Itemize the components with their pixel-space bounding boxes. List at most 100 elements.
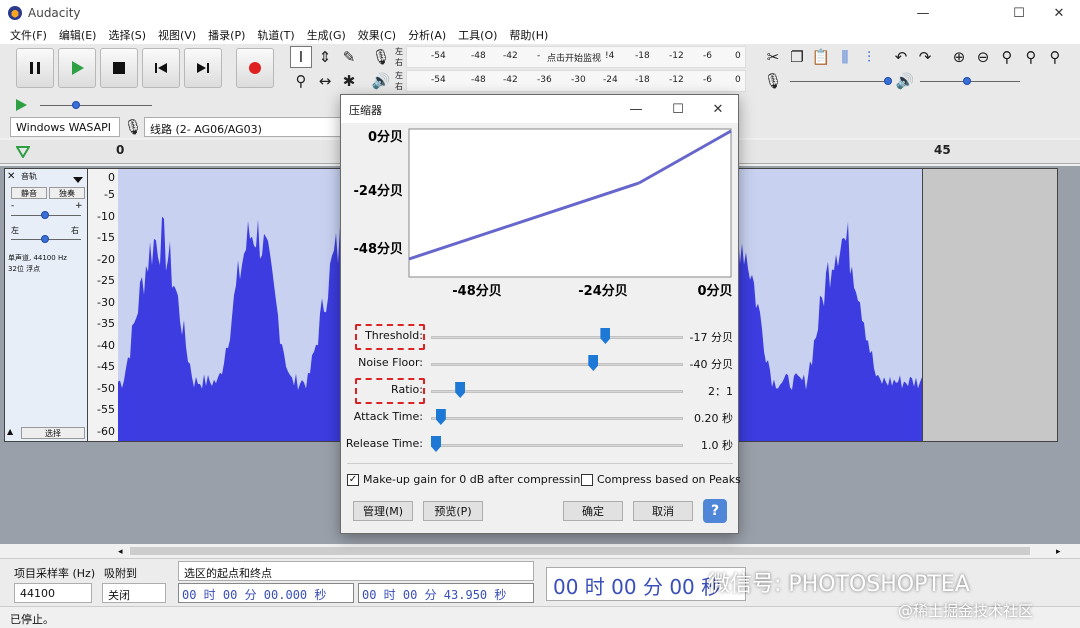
menu-effect[interactable]: 效果(C)	[352, 27, 402, 43]
scroll-left-icon[interactable]: ◂	[118, 547, 123, 557]
menu-edit[interactable]: 编辑(E)	[53, 27, 103, 43]
project-rate-select[interactable]: 44100	[14, 583, 92, 603]
window-title: Audacity	[28, 6, 81, 20]
close-button[interactable]: ✕	[1036, 0, 1080, 26]
copy-icon[interactable]: ❐	[786, 46, 808, 68]
playback-volume-knob[interactable]	[963, 77, 971, 85]
play-right-label: 右	[395, 82, 403, 91]
timeline-options-icon[interactable]	[12, 141, 34, 163]
threshold-slider[interactable]	[431, 336, 683, 339]
gain-minus-label: -	[11, 201, 15, 211]
dialog-maximize-button[interactable]: ☐	[663, 99, 693, 119]
menu-help[interactable]: 帮助(H)	[503, 27, 554, 43]
paste-icon[interactable]: 📋	[810, 46, 832, 68]
threshold-thumb[interactable]	[600, 328, 611, 344]
makeup-gain-checkbox[interactable]: ✓ Make-up gain for 0 dB after compressin…	[347, 473, 587, 486]
stop-button[interactable]	[100, 48, 138, 88]
record-left-label: 左	[395, 47, 403, 56]
release-time-row: Release Time: 1.0 秒	[346, 433, 733, 457]
track-name[interactable]: 音轨	[21, 171, 37, 182]
pause-button[interactable]	[16, 48, 54, 88]
speaker-icon[interactable]: 🔊	[370, 70, 392, 92]
playback-meter[interactable]: -54 -48 -42 -36 -30 -24 -18 -12 -6 0	[406, 70, 746, 92]
skip-end-button[interactable]	[184, 48, 222, 88]
record-button[interactable]	[236, 48, 274, 88]
record-meter[interactable]: -54 -48 -42 - 点击开始监视 !4 -18 -12 -6 0	[406, 46, 746, 68]
attack-time-thumb[interactable]	[435, 409, 446, 425]
fit-project-icon[interactable]: ⚲	[1020, 46, 1042, 68]
ok-button[interactable]: 确定	[563, 501, 623, 521]
dialog-close-button[interactable]: ✕	[703, 99, 733, 119]
mute-button[interactable]: 静音	[11, 187, 47, 199]
help-button[interactable]: ?	[703, 499, 727, 523]
fit-selection-icon[interactable]: ⚲	[996, 46, 1018, 68]
record-volume-knob[interactable]	[884, 77, 892, 85]
pan-knob[interactable]	[41, 235, 49, 243]
select-track-button[interactable]: 选择	[21, 427, 85, 439]
solo-button[interactable]: 独奏	[49, 187, 85, 199]
menu-transport[interactable]: 播录(P)	[202, 27, 251, 43]
release-time-thumb[interactable]	[431, 436, 441, 452]
audio-host-select[interactable]: Windows WASAPI	[10, 117, 120, 137]
record-volume-slider[interactable]	[790, 81, 890, 82]
preview-button[interactable]: 预览(P)	[423, 501, 483, 521]
divider	[347, 463, 733, 464]
zoom-toggle-icon[interactable]: ⚲	[1044, 46, 1066, 68]
gain-knob[interactable]	[41, 211, 49, 219]
trim-icon[interactable]: ⫼	[834, 46, 856, 68]
play-button[interactable]	[58, 48, 96, 88]
envelope-tool-icon[interactable]: ⇕	[314, 46, 336, 68]
zoom-tool-icon[interactable]: ⚲	[290, 70, 312, 92]
cancel-button[interactable]: 取消	[633, 501, 693, 521]
noise-floor-thumb[interactable]	[588, 355, 599, 371]
time-shift-tool-icon[interactable]: ↔	[314, 70, 336, 92]
play-at-speed-icon[interactable]	[10, 94, 32, 116]
input-device-select[interactable]: 线路 (2- AG06/AG03)	[144, 117, 344, 137]
empty-track-area[interactable]	[922, 168, 1058, 442]
track-bit-info: 32位 浮点	[8, 265, 41, 273]
play-speed-slider[interactable]	[40, 105, 152, 106]
microphone-icon[interactable]: 🎙	[370, 46, 392, 68]
menu-tools[interactable]: 工具(O)	[452, 27, 503, 43]
compress-peaks-checkbox[interactable]: Compress based on Peaks	[581, 473, 741, 486]
redo-icon[interactable]: ↷	[914, 46, 936, 68]
noise-floor-row: Noise Floor: -40 分贝	[347, 352, 733, 376]
dialog-minimize-button[interactable]: —	[621, 99, 651, 119]
menu-file[interactable]: 文件(F)	[4, 27, 53, 43]
ratio-thumb[interactable]	[455, 382, 466, 398]
release-time-slider[interactable]	[431, 444, 683, 447]
multi-tool-icon[interactable]: ✱	[338, 70, 360, 92]
track-close-icon[interactable]: ✕	[7, 171, 17, 183]
ratio-slider[interactable]	[431, 390, 683, 393]
selection-tool-icon[interactable]: I	[290, 46, 312, 68]
collapse-track-icon[interactable]: ▲	[7, 427, 19, 439]
dialog-title-bar: 压缩器 — ☐ ✕	[341, 95, 738, 123]
scroll-right-icon[interactable]: ▸	[1056, 547, 1061, 557]
record-tick: -12	[669, 51, 684, 61]
undo-icon[interactable]: ↶	[890, 46, 912, 68]
zoom-out-icon[interactable]: ⊖	[972, 46, 994, 68]
snap-to-select[interactable]: 关闭	[102, 583, 166, 603]
selection-end-time[interactable]: 00 时 00 分 43.950 秒	[358, 583, 534, 603]
track-menu-chevron-down-icon[interactable]	[73, 173, 83, 186]
menu-tracks[interactable]: 轨道(T)	[251, 27, 300, 43]
horizontal-scrollbar[interactable]: ◂ ▸	[0, 544, 1080, 558]
manage-button[interactable]: 管理(M)	[353, 501, 413, 521]
scroll-thumb[interactable]	[130, 547, 1030, 555]
selection-mode-select[interactable]: 选区的起点和终点	[178, 561, 534, 581]
skip-start-button[interactable]	[142, 48, 180, 88]
cut-icon[interactable]: ✂	[762, 46, 784, 68]
menu-select[interactable]: 选择(S)	[102, 27, 152, 43]
menu-generate[interactable]: 生成(G)	[301, 27, 352, 43]
zoom-in-icon[interactable]: ⊕	[948, 46, 970, 68]
selection-start-time[interactable]: 00 时 00 分 00.000 秒	[178, 583, 354, 603]
menu-view[interactable]: 视图(V)	[152, 27, 202, 43]
menu-analyze[interactable]: 分析(A)	[402, 27, 452, 43]
play-speed-knob[interactable]	[72, 101, 80, 109]
minimize-button[interactable]: —	[900, 0, 946, 26]
scale-label: -15	[97, 231, 115, 244]
attack-time-slider[interactable]	[431, 417, 683, 420]
noise-floor-slider[interactable]	[431, 363, 683, 366]
draw-tool-icon[interactable]: ✎	[338, 46, 360, 68]
silence-icon[interactable]: ⫶	[858, 46, 880, 68]
